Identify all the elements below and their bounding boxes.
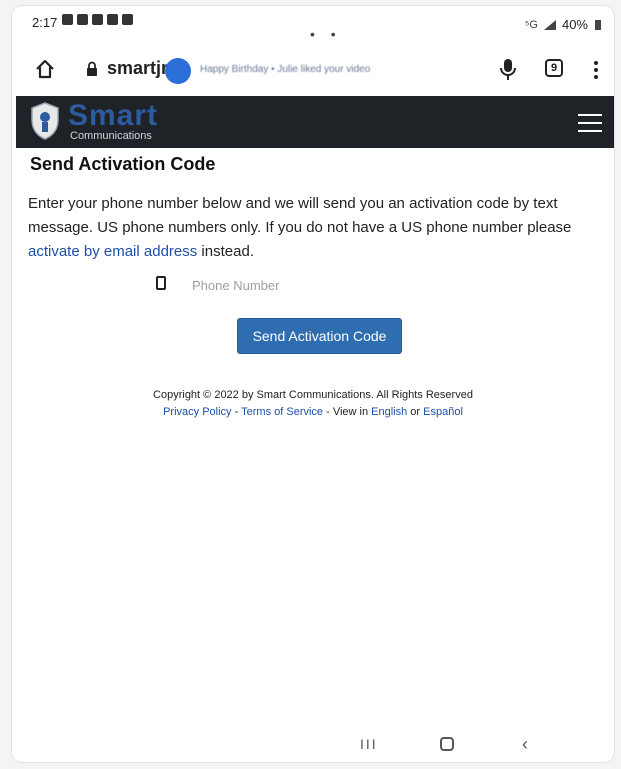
address-bar-url[interactable]: smartjr <box>107 58 168 79</box>
logo-title[interactable]: Smart <box>68 99 158 133</box>
or-text: or <box>407 406 424 418</box>
home-icon[interactable] <box>34 58 56 80</box>
microphone-icon[interactable] <box>500 58 516 82</box>
footer-links: Privacy Policy - Terms of Service - View… <box>12 406 614 418</box>
browser-toolbar: smartjr Happy Birthday • Julie liked you… <box>12 44 614 96</box>
back-button[interactable]: ‹ <box>522 734 528 755</box>
gallery-icon <box>62 14 73 25</box>
battery-level: 40% <box>561 17 588 32</box>
signal-icon: ⁵G <box>524 18 538 31</box>
hamburger-line <box>578 130 602 132</box>
privacy-policy-link[interactable]: Privacy Policy <box>163 406 231 418</box>
tab-switcher-button[interactable]: 9 <box>545 59 563 77</box>
image-icon <box>122 14 133 25</box>
copyright-text: Copyright © 2022 by Smart Communications… <box>153 389 473 401</box>
english-link[interactable]: English <box>371 406 407 418</box>
mobile-phone-icon <box>156 276 166 290</box>
mail-icon <box>92 14 103 25</box>
instructions-outro: instead. <box>197 243 254 260</box>
android-navigation-bar: III ‹ <box>12 728 614 758</box>
footer: Copyright © 2022 by Smart Communications… <box>12 389 614 418</box>
shield-logo-icon[interactable] <box>30 102 60 140</box>
site-header: Smart Communications <box>16 96 614 148</box>
lock-icon[interactable] <box>86 61 98 77</box>
battery-icon <box>595 19 601 30</box>
cell-signal-icon <box>543 19 556 30</box>
more-options-icon[interactable] <box>594 60 598 80</box>
phone-screen: 2:17 • • ⁵G 40% smartjr Happy Birthday •… <box>12 6 614 762</box>
status-time: 2:17 <box>32 15 58 30</box>
recent-apps-button[interactable]: III <box>360 736 378 752</box>
hamburger-menu-icon[interactable] <box>578 114 602 132</box>
view-in-text: - View in <box>323 406 372 418</box>
instructions-text: Enter your phone number below and we wil… <box>28 192 600 264</box>
status-bar: 2:17 • • ⁵G 40% <box>12 6 614 44</box>
hamburger-line <box>578 122 602 124</box>
notification-preview: Happy Birthday • Julie liked your video <box>200 64 371 75</box>
logo-subtitle: Communications <box>70 130 152 142</box>
page-title: Send Activation Code <box>30 154 216 174</box>
status-right: ⁵G 40% <box>525 17 602 32</box>
notification-bubble-icon[interactable] <box>165 58 191 84</box>
activate-by-email-link[interactable]: activate by email address <box>28 243 197 260</box>
camera-dots: • • <box>310 26 342 42</box>
phone-number-input[interactable] <box>190 272 434 298</box>
terms-of-service-link[interactable]: Terms of Service <box>241 406 323 418</box>
footer-separator: - <box>231 406 242 418</box>
send-activation-code-button[interactable]: Send Activation Code <box>237 318 402 354</box>
home-button[interactable] <box>440 737 454 751</box>
download-icon <box>107 14 118 25</box>
hamburger-line <box>578 114 602 116</box>
instructions-intro: Enter your phone number below and we wil… <box>28 195 572 236</box>
notification-icons <box>62 14 133 25</box>
espanol-link[interactable]: Español <box>423 406 463 418</box>
settings-icon <box>77 14 88 25</box>
